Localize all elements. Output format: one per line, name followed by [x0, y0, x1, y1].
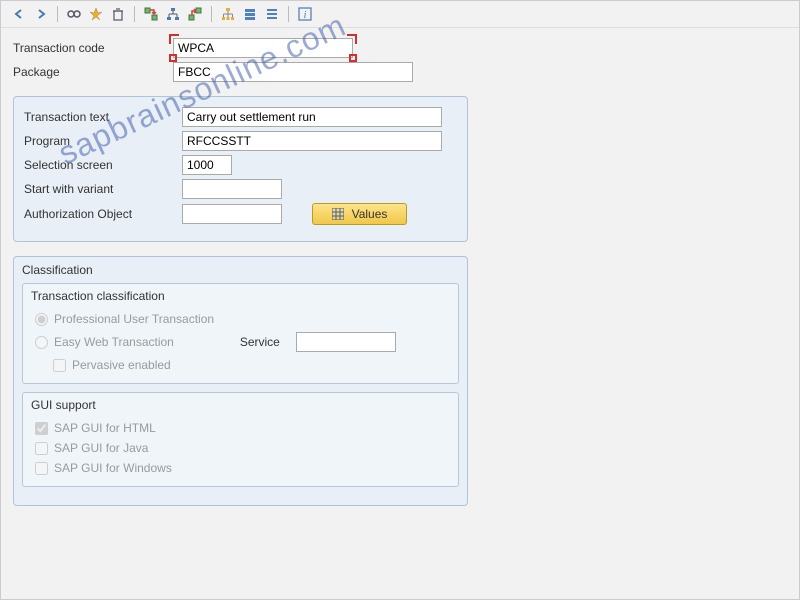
package-input[interactable] [173, 62, 413, 82]
ttext-label: Transaction text [24, 110, 182, 124]
activate-icon[interactable] [86, 4, 106, 24]
gui-win-row[interactable]: SAP GUI for Windows [31, 458, 450, 478]
hierarchy-icon[interactable] [218, 4, 238, 24]
variant-input[interactable] [182, 179, 282, 199]
svg-text:i: i [304, 10, 307, 21]
sap-window: sapbrainsonline.com [0, 0, 800, 600]
pervasive-row[interactable]: Pervasive enabled [49, 355, 450, 375]
copy-out-icon[interactable] [185, 4, 205, 24]
trans-class-title: Transaction classification [31, 289, 450, 303]
stack-icon[interactable] [240, 4, 260, 24]
list-icon[interactable] [262, 4, 282, 24]
copy-in-icon[interactable] [141, 4, 161, 24]
gui-java-label: SAP GUI for Java [54, 441, 148, 455]
variant-label: Start with variant [24, 182, 182, 196]
info-icon[interactable]: i [295, 4, 315, 24]
detail-group: Transaction text Program Selection scree… [13, 96, 468, 242]
gui-java-row[interactable]: SAP GUI for Java [31, 438, 450, 458]
classification-title: Classification [22, 263, 459, 277]
authobj-input[interactable] [182, 204, 282, 224]
forward-icon[interactable] [31, 4, 51, 24]
classification-panel: Classification Transaction classificatio… [13, 256, 468, 506]
selscreen-input[interactable] [182, 155, 232, 175]
where-used-icon[interactable] [163, 4, 183, 24]
program-label: Program [24, 134, 182, 148]
gui-support-group: GUI support SAP GUI for HTML SAP GUI for… [22, 392, 459, 487]
selscreen-label: Selection screen [24, 158, 182, 172]
back-icon[interactable] [9, 4, 29, 24]
gui-win-label: SAP GUI for Windows [54, 461, 172, 475]
easy-web-radio-row[interactable]: Easy Web Transaction Service [31, 329, 450, 355]
transaction-classification-group: Transaction classification Professional … [22, 283, 459, 384]
tcode-label: Transaction code [13, 41, 173, 55]
delete-icon[interactable] [108, 4, 128, 24]
tcode-input[interactable] [173, 38, 353, 58]
prof-user-label: Professional User Transaction [54, 312, 214, 326]
package-label: Package [13, 65, 173, 79]
values-button[interactable]: Values [312, 203, 407, 225]
tcode-row: Transaction code [13, 38, 787, 58]
gui-win-checkbox[interactable] [35, 462, 48, 475]
content-area: Transaction code Package Transaction tex… [1, 28, 799, 516]
display-icon[interactable] [64, 4, 84, 24]
gui-java-checkbox[interactable] [35, 442, 48, 455]
program-input[interactable] [182, 131, 442, 151]
gui-html-checkbox[interactable] [35, 422, 48, 435]
package-row: Package [13, 62, 787, 82]
gui-support-title: GUI support [31, 398, 450, 412]
easy-web-label: Easy Web Transaction [54, 335, 174, 349]
prof-user-radio-row[interactable]: Professional User Transaction [31, 309, 450, 329]
prof-user-radio[interactable] [35, 313, 48, 326]
gui-html-label: SAP GUI for HTML [54, 421, 156, 435]
values-button-label: Values [352, 207, 388, 221]
easy-web-radio[interactable] [35, 336, 48, 349]
grid-icon [332, 208, 344, 220]
pervasive-label: Pervasive enabled [72, 358, 171, 372]
ttext-input[interactable] [182, 107, 442, 127]
authobj-label: Authorization Object [24, 207, 182, 221]
service-input[interactable] [296, 332, 396, 352]
toolbar: i [1, 1, 799, 28]
pervasive-checkbox[interactable] [53, 359, 66, 372]
tcode-highlight [173, 38, 353, 58]
service-label: Service [240, 335, 280, 349]
gui-html-row[interactable]: SAP GUI for HTML [31, 418, 450, 438]
